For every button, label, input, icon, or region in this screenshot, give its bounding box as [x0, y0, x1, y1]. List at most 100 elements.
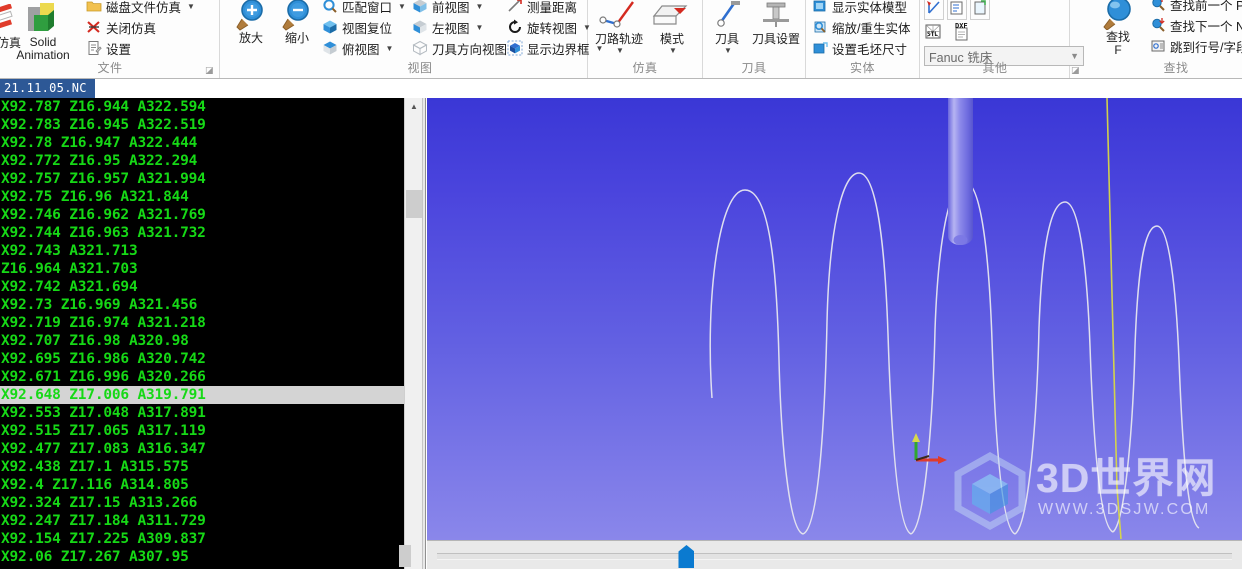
goto-line-command[interactable]: 跳到行号/字段: [1148, 36, 1242, 56]
ruler-icon: [507, 0, 523, 14]
chevron-down-icon[interactable]: ▼: [705, 46, 751, 55]
tool-direction-view-command[interactable]: 刀具方向视图: [410, 38, 509, 58]
toolpath-button[interactable]: 刀路轨迹 ▼: [590, 0, 648, 55]
export-page-icon[interactable]: [970, 0, 990, 20]
simulation-viewport[interactable]: 3D世界网 WWW.3DSJW.COM: [427, 98, 1242, 540]
nc-code-line[interactable]: X92.783 Z16.945 A322.519: [0, 116, 404, 134]
nc-code-line[interactable]: X92.78 Z16.947 A322.444: [0, 134, 404, 152]
mode-button[interactable]: 模式 ▼: [646, 0, 698, 55]
editor-tabstrip: 21.11.05.NC: [0, 79, 426, 99]
find-label-2: F: [1114, 43, 1122, 57]
ribbon-group-other: STL DXF Fanuc 铣床 ▼ 其他 ◪: [920, 0, 1084, 78]
chevron-down-icon[interactable]: ▼: [1070, 51, 1079, 61]
disk-file-sim-label: 磁盘文件仿真: [106, 0, 182, 15]
scrollbar-thumb[interactable]: [406, 190, 422, 218]
view-reset-command[interactable]: 视图复位: [320, 17, 394, 37]
measure-distance-label: 测量距离: [527, 0, 578, 15]
scrollbar-thumb-secondary[interactable]: [399, 545, 411, 567]
find-button[interactable]: 查找 F: [1090, 0, 1146, 56]
set-stock-size-command[interactable]: 设置毛坯尺寸: [810, 38, 909, 58]
stl-file-icon[interactable]: STL: [924, 22, 944, 42]
code-vertical-scrollbar[interactable]: ▲: [399, 98, 423, 569]
zoom-regen-solid-label: 缩放/重生实体: [832, 21, 911, 36]
nc-code-line[interactable]: X92.787 Z16.944 A322.594: [0, 98, 404, 116]
nc-code-line[interactable]: X92.324 Z17.15 A313.266: [0, 494, 404, 512]
tool-settings-button[interactable]: 刀具设置: [745, 0, 807, 46]
rotate-view-command[interactable]: 旋转视图 ▼: [505, 17, 593, 37]
nc-code-editor[interactable]: X92.787 Z16.944 A322.594 X92.783 Z16.945 …: [0, 98, 404, 569]
nc-code-line[interactable]: X92.707 Z16.98 A320.98: [0, 332, 404, 350]
nc-code-line[interactable]: X92.743 A321.713: [0, 242, 404, 260]
nc-code-line[interactable]: Z16.964 A321.703: [0, 260, 404, 278]
nc-code-line[interactable]: X92.742 A321.694: [0, 278, 404, 296]
close-sim-label: 关闭仿真: [106, 21, 157, 36]
scroll-up-arrow-icon[interactable]: ▲: [405, 98, 423, 115]
measure-distance-command[interactable]: 测量距离: [505, 0, 579, 16]
ribbon-group-find: 查找 F 查找前一个 P 查找下一个 N 跳到行号/字段 查找: [1090, 0, 1242, 78]
left-view-command[interactable]: 左视图 ▼: [410, 17, 485, 37]
find-next-command[interactable]: 查找下一个 N: [1148, 15, 1242, 35]
settings-label: 设置: [106, 42, 132, 57]
book-icon[interactable]: [947, 0, 967, 20]
nc-code-line[interactable]: X92.671 Z16.996 A320.266: [0, 368, 404, 386]
nc-code-line[interactable]: X92.4 Z17.116 A314.805: [0, 476, 404, 494]
close-sim-command[interactable]: 关闭仿真: [84, 17, 158, 37]
ribbon-group-simulation-label: 仿真: [632, 61, 658, 75]
goto-line-icon: [1150, 38, 1166, 54]
chevron-down-icon[interactable]: ▼: [476, 23, 484, 32]
find-next-label: 查找下一个 N: [1170, 19, 1242, 34]
find-next-icon: [1150, 17, 1166, 33]
nc-code-line[interactable]: X92.515 Z17.065 A317.119: [0, 422, 404, 440]
nc-code-line[interactable]: X92.772 Z16.95 A322.294: [0, 152, 404, 170]
tab-nc-file[interactable]: 21.11.05.NC: [0, 79, 95, 98]
chevron-down-icon[interactable]: ▼: [398, 2, 406, 11]
zoom-in-icon: [226, 0, 276, 31]
find-prev-label: 查找前一个 P: [1170, 0, 1242, 13]
zoom-out-button[interactable]: 缩小: [272, 0, 322, 45]
nc-code-line[interactable]: X92.695 Z16.986 A320.742: [0, 350, 404, 368]
nc-code-line[interactable]: X92.73 Z16.969 A321.456: [0, 296, 404, 314]
chevron-down-icon[interactable]: ▼: [592, 46, 648, 55]
nc-code-line[interactable]: X92.438 Z17.1 A315.575: [0, 458, 404, 476]
chevron-down-icon[interactable]: ▼: [648, 46, 698, 55]
tool-settings-label: 刀具设置: [751, 32, 800, 46]
ribbon-group-find-label: 查找: [1163, 61, 1189, 75]
chevron-down-icon[interactable]: ▼: [476, 2, 484, 11]
nc-code-line[interactable]: X92.247 Z17.184 A311.729: [0, 512, 404, 530]
close-sim-icon: [86, 19, 102, 35]
nc-code-line[interactable]: X92.154 Z17.225 A309.837: [0, 530, 404, 548]
top-view-command[interactable]: 俯视图 ▼: [320, 38, 395, 58]
show-solid-model-command[interactable]: 显示实体模型: [810, 0, 909, 16]
chevron-down-icon[interactable]: ▼: [386, 44, 394, 53]
nc-code-line[interactable]: X92.477 Z17.083 A316.347: [0, 440, 404, 458]
find-prev-command[interactable]: 查找前一个 P: [1148, 0, 1242, 14]
nc-code-line[interactable]: X92.75 Z16.96 A321.844: [0, 188, 404, 206]
file-dialog-launcher[interactable]: ◪: [205, 65, 215, 75]
playback-slider-track[interactable]: [437, 553, 1232, 560]
nc-code-line[interactable]: X92.648 Z17.006 A319.791: [0, 386, 404, 404]
fit-window-label: 匹配窗口: [342, 0, 393, 15]
dxf-file-icon[interactable]: DXF: [952, 22, 972, 42]
chevron-down-icon[interactable]: ▼: [187, 2, 195, 11]
solid-animation-button[interactable]: Solid Animation: [9, 1, 77, 61]
nc-code-line[interactable]: X92.757 Z16.957 A321.994: [0, 170, 404, 188]
nc-code-line[interactable]: X92.746 Z16.962 A321.769: [0, 206, 404, 224]
nc-code-line[interactable]: X92.553 Z17.048 A317.891: [0, 404, 404, 422]
nc-code-line[interactable]: X92.06 Z17.267 A307.95: [0, 548, 404, 566]
tool-button[interactable]: 刀具 ▼: [703, 0, 751, 55]
nc-code-line[interactable]: X92.719 Z16.974 A321.218: [0, 314, 404, 332]
zoom-in-button[interactable]: 放大: [226, 0, 276, 45]
angle-measure-icon[interactable]: [924, 0, 944, 20]
ribbon-group-solid: 显示实体模型 缩放/重生实体 设置毛坯尺寸 实体: [806, 0, 920, 78]
settings-command[interactable]: 设置: [84, 38, 133, 58]
fit-window-command[interactable]: 匹配窗口 ▼: [320, 0, 408, 16]
pane-splitter[interactable]: [422, 98, 426, 569]
disk-file-sim-command[interactable]: 磁盘文件仿真 ▼: [84, 0, 197, 16]
nc-code-line[interactable]: X92.744 Z16.963 A321.732: [0, 224, 404, 242]
other-dialog-launcher[interactable]: ◪: [1071, 65, 1081, 75]
ribbon-group-view: 放大 缩小 匹配窗口 ▼ 视图复位 俯视图 ▼ 前视图 ▼ 左视图 ▼ 刀具方向…: [220, 0, 603, 78]
playback-slider-handle[interactable]: [678, 545, 695, 568]
toolpath-icon: [590, 0, 648, 32]
front-view-command[interactable]: 前视图 ▼: [410, 0, 485, 16]
zoom-regen-solid-command[interactable]: 缩放/重生实体: [810, 17, 912, 37]
